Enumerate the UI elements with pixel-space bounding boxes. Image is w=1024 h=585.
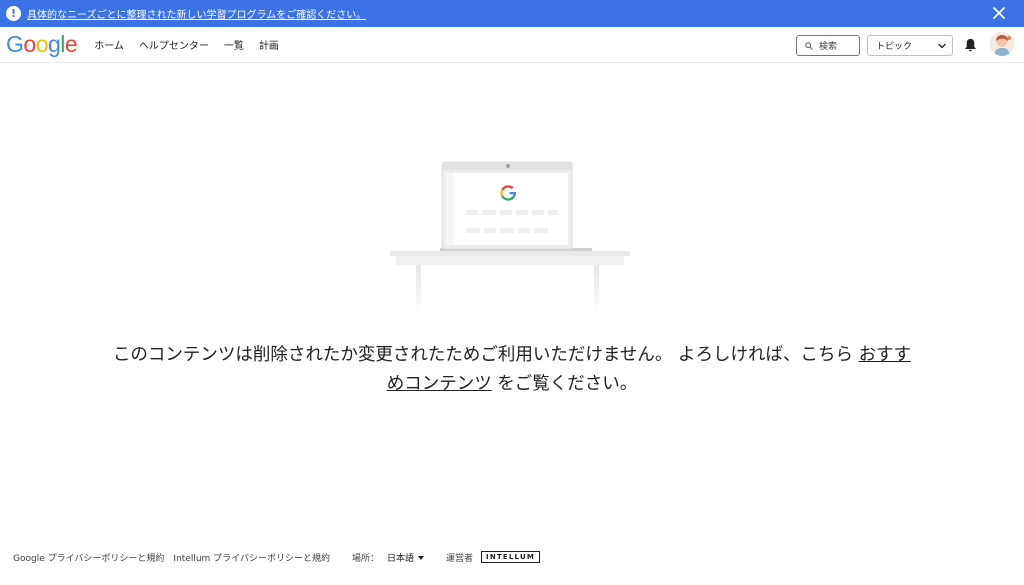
content-unavailable-message: このコンテンツは削除されたか変更されたためご利用いただけません。 よろしければ、… [112,341,912,399]
nav-catalog[interactable]: 一覧 [224,37,244,52]
logo-letter: G [6,31,24,57]
intellum-privacy-link[interactable]: Intellum プライバシーポリシーと規約 [173,551,330,564]
logo-letter: o [35,31,49,57]
topic-select-value: トピック [876,42,913,52]
avatar-illustration [990,32,1014,56]
caret-down-icon [418,556,425,560]
google-privacy-link[interactable]: Google プライバシーポリシーと規約 [13,551,164,564]
language-select[interactable]: 日本語 [387,551,425,564]
info-icon: ! [6,6,21,21]
nav-home[interactable]: ホーム [94,37,124,52]
nav-plan[interactable]: 計画 [259,37,279,52]
announcement-banner: ! 具体的なニーズごとに整理された新しい学習プログラムをご確認ください。 [0,0,1024,27]
search-button[interactable]: 検索 [796,35,860,56]
logo-letter: o [23,31,36,57]
search-label: 検索 [819,42,838,52]
location-label: 場所： [352,553,380,564]
footer: Google プライバシーポリシーと規約 Intellum プライバシーポリシー… [13,549,540,565]
banner-link[interactable]: 具体的なニーズごとに整理された新しい学習プログラムをご確認ください。 [27,6,366,21]
main-nav: ホーム ヘルプセンター 一覧 計画 [94,37,294,52]
user-avatar[interactable] [990,32,1014,56]
top-header: Google ホーム ヘルプセンター 一覧 計画 検索 トピック [0,27,1024,63]
operator-label: 運営者 [446,553,474,564]
logo-letter: e [64,31,78,57]
topic-select[interactable]: トピック [867,35,953,56]
close-icon[interactable] [991,5,1007,21]
laptop-on-table-illustration [390,161,630,318]
language-value: 日本語 [387,553,415,564]
message-text-end: をご覧ください。 [497,374,638,394]
notification-bell-icon[interactable] [963,37,978,53]
nav-help-center[interactable]: ヘルプセンター [139,37,209,52]
logo-letter: g [47,31,61,57]
chevron-down-icon [938,43,946,49]
search-icon [805,41,813,50]
intellum-logo[interactable]: INTELLUM [481,551,540,563]
message-text: このコンテンツは削除されたか変更されたためご利用いただけません。 よろしければ、… [112,345,853,365]
google-logo[interactable]: Google [6,31,78,57]
